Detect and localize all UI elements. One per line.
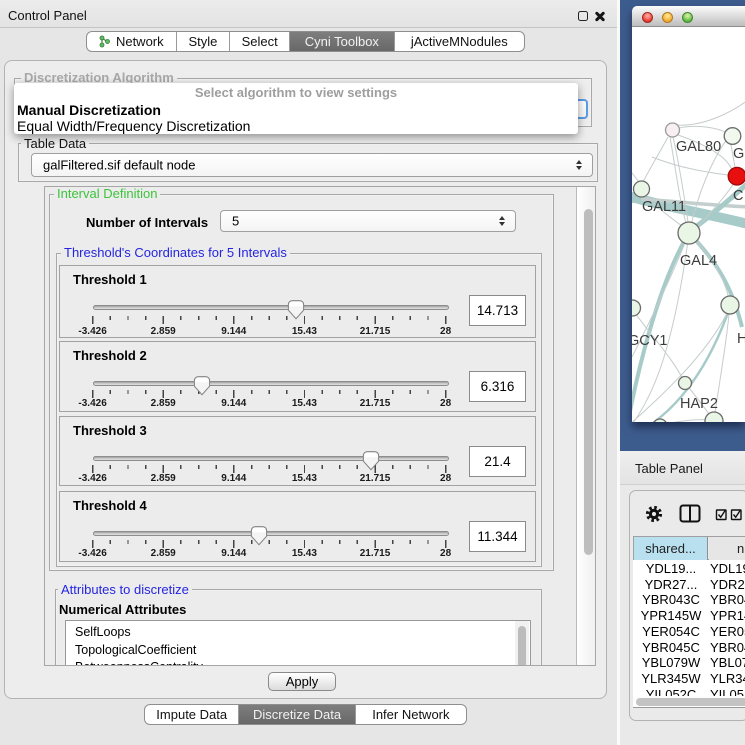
svg-text:GCY1: GCY1 [632, 333, 668, 349]
svg-text:GAL80: GAL80 [676, 139, 721, 155]
svg-text:GAL11: GAL11 [642, 199, 686, 215]
svg-text:GAL4: GAL4 [680, 253, 717, 269]
svg-text:G.: G. [733, 146, 745, 162]
svg-text:C: C [733, 188, 743, 204]
svg-text:H: H [737, 331, 745, 347]
svg-text:HAP2: HAP2 [680, 396, 718, 412]
